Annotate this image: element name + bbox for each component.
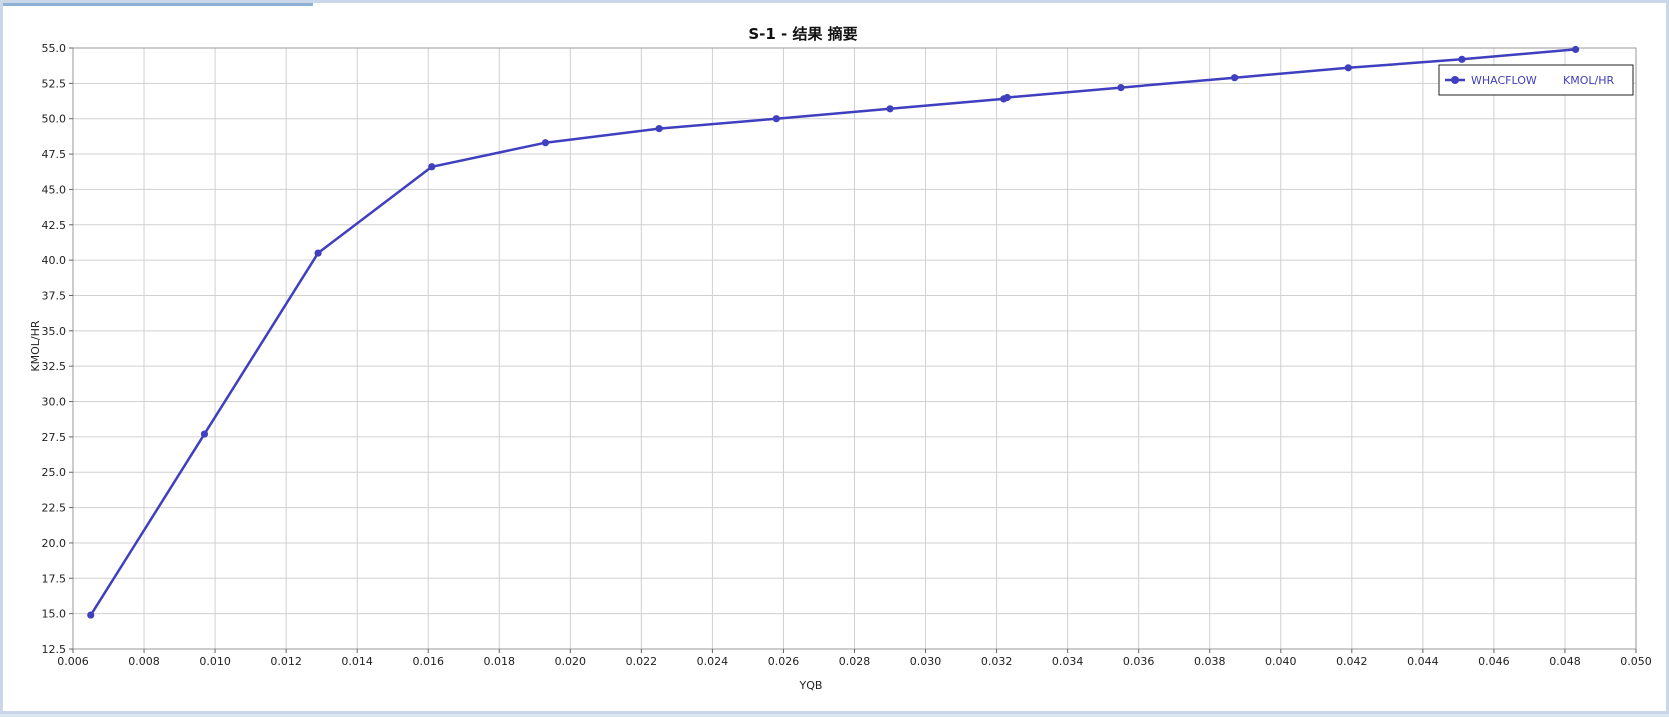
x-tick-label: 0.016: [412, 655, 444, 668]
x-tick-label: 0.010: [199, 655, 231, 668]
data-point: [1572, 45, 1580, 54]
x-tick-label: 0.012: [270, 655, 302, 668]
y-tick-label: 22.5: [42, 502, 67, 515]
legend: WHACFLOW KMOL/HR: [1438, 64, 1634, 96]
data-point: [1344, 64, 1352, 72]
data-point: [1458, 55, 1466, 63]
x-tick-label: 0.018: [484, 655, 516, 668]
legend-series-name: WHACFLOW: [1471, 74, 1537, 87]
y-tick-label: 45.0: [42, 183, 67, 196]
x-axis: 0.006 0.008 0.010 0.012 0.014 0.016 0.018 0.020…: [57, 649, 1652, 668]
data-point: [772, 115, 780, 123]
data-point: [87, 611, 95, 619]
data-point: [314, 249, 322, 257]
data-point: [886, 105, 894, 113]
data-point: [655, 125, 663, 133]
y-tick-label: 50.0: [42, 113, 67, 126]
x-tick-label: 0.044: [1407, 655, 1439, 668]
x-tick-label: 0.014: [341, 655, 373, 668]
chart: S-1 - 结果 摘要 12.515.017.520.022.525.027.5…: [29, 25, 1652, 692]
y-tick-label: 25.0: [42, 466, 67, 479]
y-tick-label: 55.0: [42, 42, 67, 55]
y-tick-label: 42.5: [42, 219, 67, 232]
y-tick-label: 15.0: [42, 608, 67, 621]
x-tick-label: 0.022: [626, 655, 658, 668]
y-tick-label: 47.5: [42, 148, 67, 161]
chart-title: S-1 - 结果 摘要: [748, 25, 857, 43]
x-tick-label: 0.042: [1336, 655, 1368, 668]
x-axis-title: YQB: [799, 679, 823, 692]
x-tick-label: 0.028: [839, 655, 871, 668]
x-tick-label: 0.032: [981, 655, 1013, 668]
y-tick-label: 17.5: [42, 572, 67, 585]
series-line: [89, 48, 1576, 616]
y-tick-label: 20.0: [42, 537, 67, 550]
x-tick-label: 0.036: [1123, 655, 1155, 668]
legend-series-unit: KMOL/HR: [1563, 74, 1614, 87]
y-axis-title: KMOL/HR: [29, 320, 42, 371]
x-tick-label: 0.046: [1478, 655, 1510, 668]
data-point: [1230, 74, 1239, 82]
x-tick-label: 0.038: [1194, 655, 1226, 668]
x-tick-label: 0.030: [910, 655, 942, 668]
legend-marker-swatch: [1451, 76, 1459, 84]
y-tick-label: 35.0: [42, 325, 67, 338]
data-point: [541, 139, 550, 147]
y-tick-label: 37.5: [42, 289, 67, 302]
x-tick-label: 0.040: [1265, 655, 1297, 668]
y-tick-label: 40.0: [42, 254, 67, 267]
x-tick-label: 0.020: [555, 655, 587, 668]
data-point: [1117, 83, 1125, 92]
y-axis: 12.515.017.520.022.525.027.530.032.535.0…: [42, 42, 73, 656]
x-tick-label: 0.050: [1620, 655, 1652, 668]
y-tick-label: 30.0: [42, 396, 67, 409]
grid: [72, 47, 1637, 650]
data-point: [428, 163, 436, 171]
x-tick-label: 0.048: [1549, 655, 1581, 668]
x-tick-label: 0.008: [128, 655, 160, 668]
data-point: [200, 430, 209, 438]
x-tick-label: 0.024: [697, 655, 729, 668]
chart-window: S-1 - 结果 摘要 12.5 15.0 17.5 20.0 22.5 25.0 27.5…: [0, 0, 1669, 714]
series-whacflow: [87, 45, 1580, 619]
x-tick-label: 0.026: [768, 655, 800, 668]
data-point: [1003, 93, 1011, 102]
y-tick-label: 52.5: [42, 77, 67, 90]
x-tick-label: 0.006: [57, 655, 89, 668]
y-tick-label: 32.5: [42, 360, 67, 373]
x-tick-label: 0.034: [1052, 655, 1084, 668]
y-tick-label: 27.5: [42, 431, 67, 444]
